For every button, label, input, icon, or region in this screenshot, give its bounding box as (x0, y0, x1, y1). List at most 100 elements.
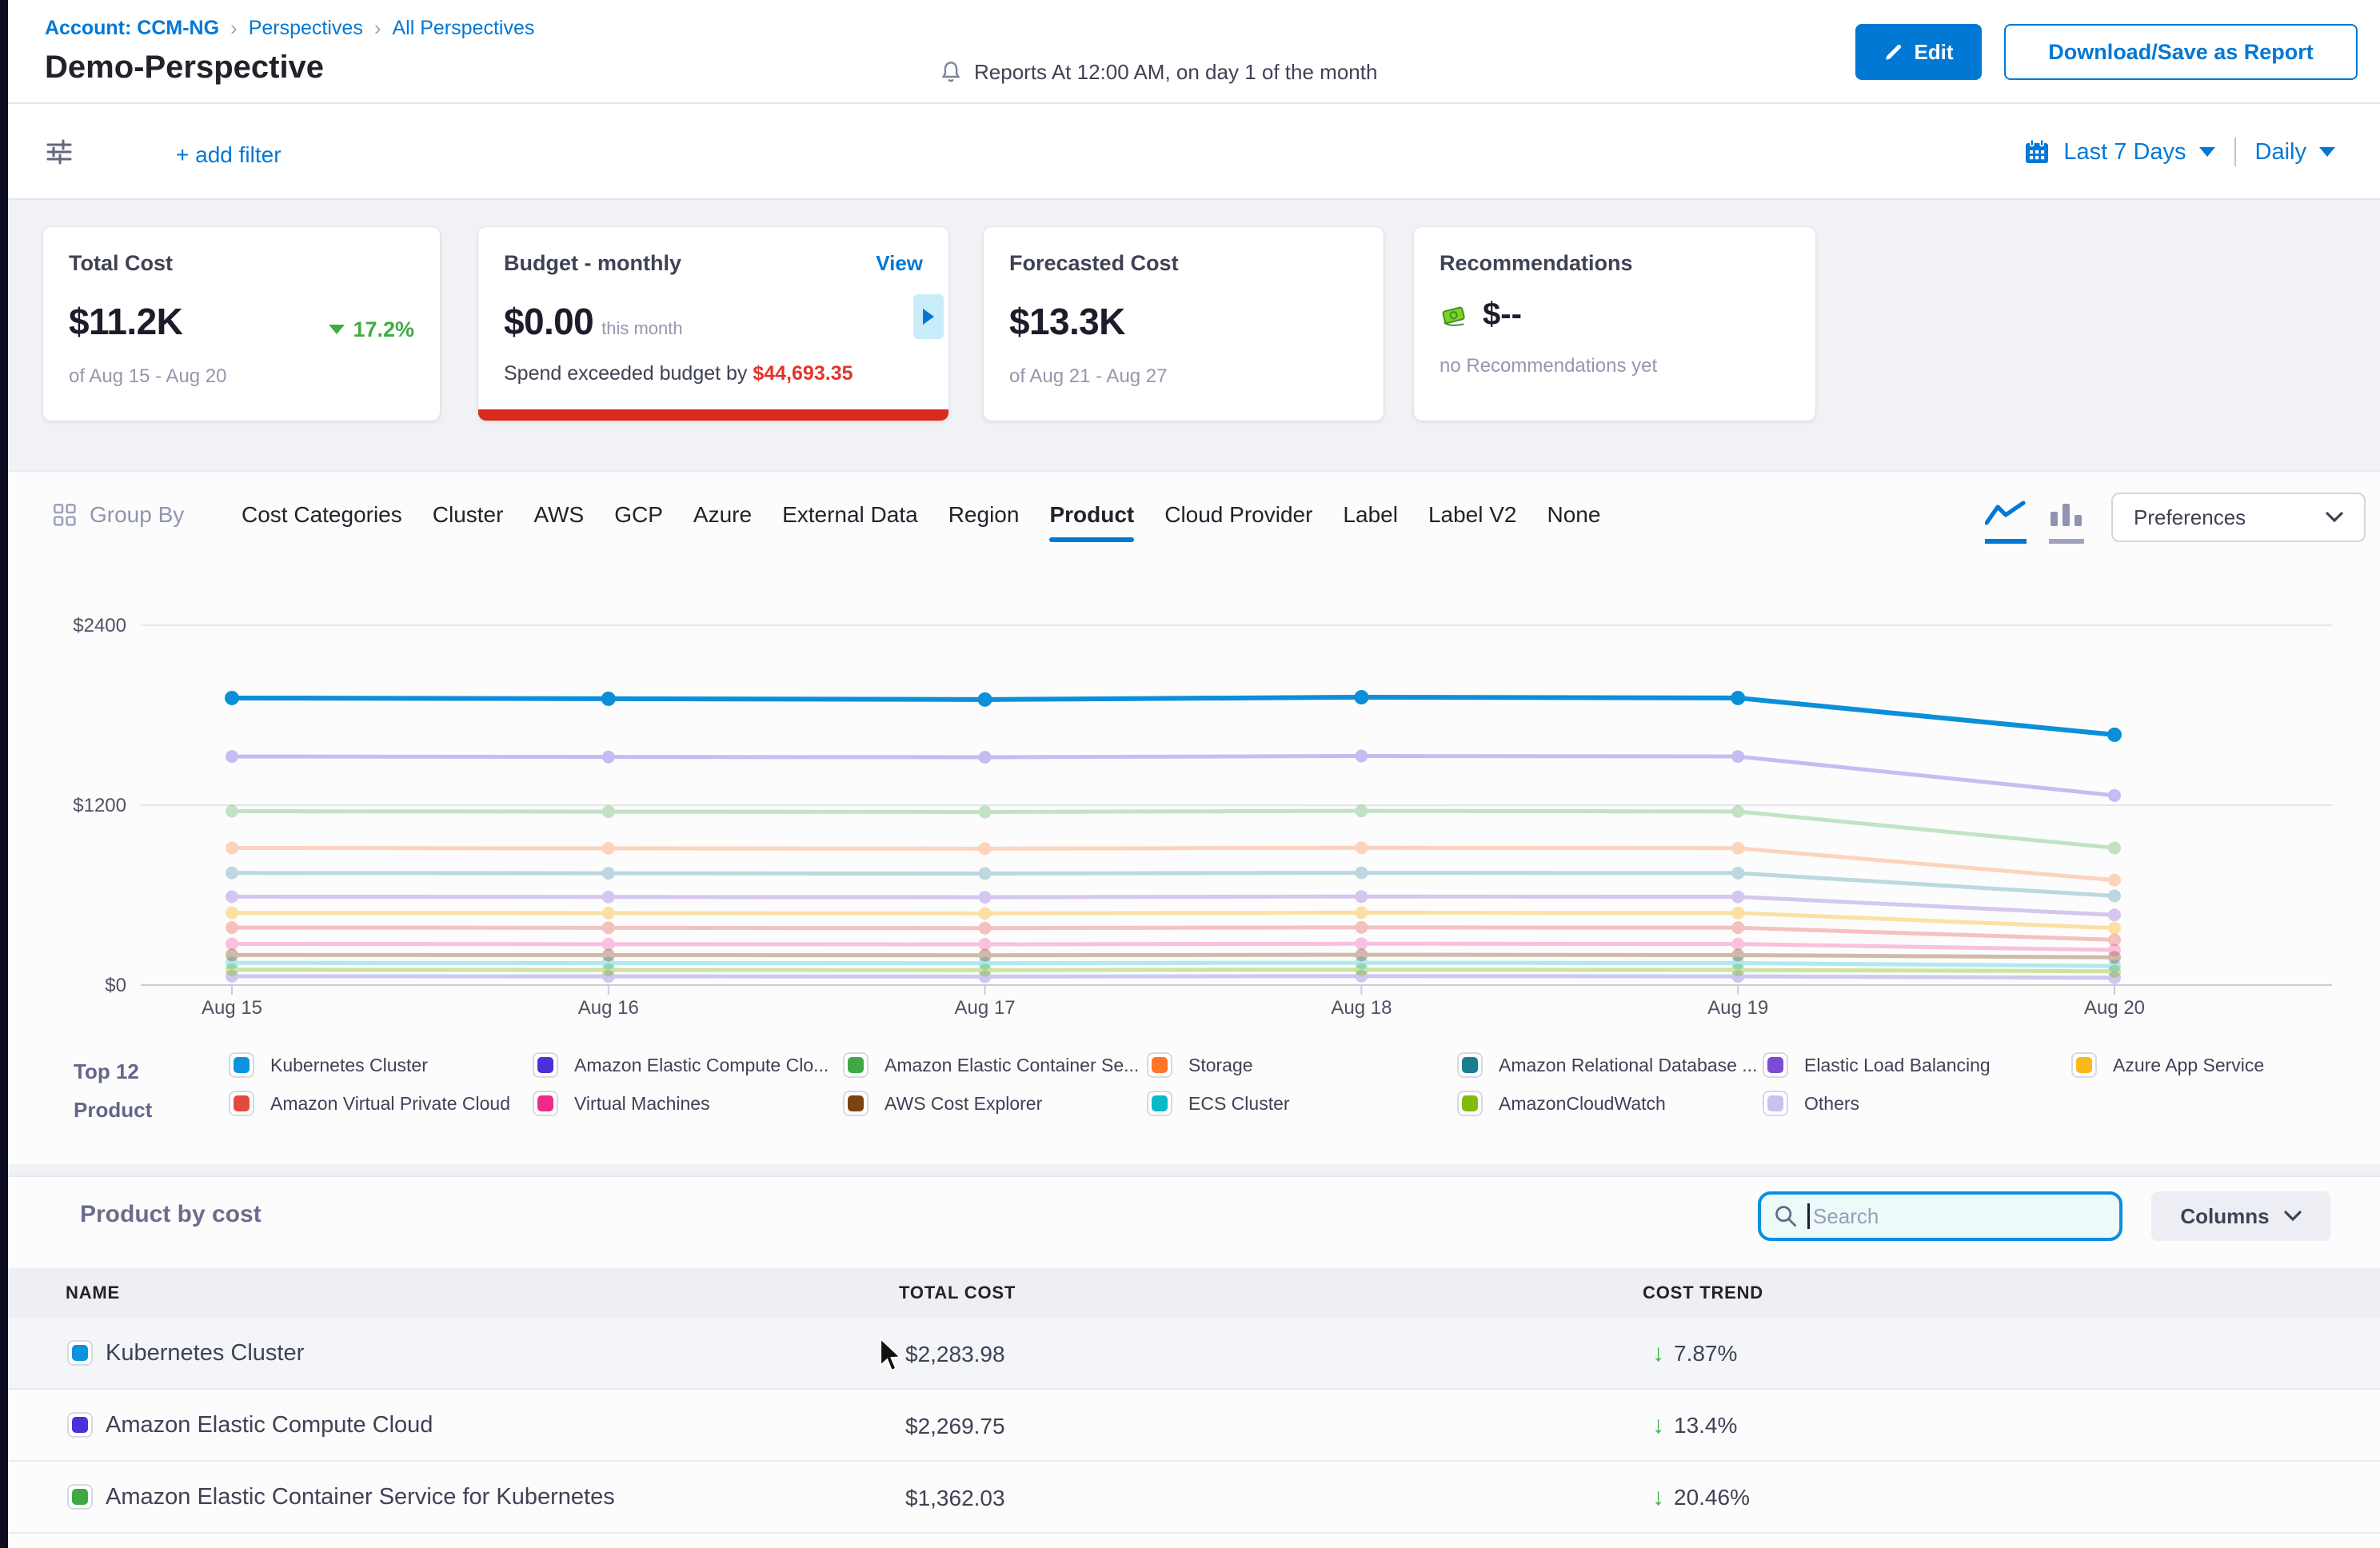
legend-color-chip[interactable] (533, 1052, 558, 1078)
granularity-selector[interactable]: Daily (2255, 139, 2306, 166)
data-point-amazon-virtual-private-cloud-aug-18[interactable] (1355, 921, 1368, 934)
line-chart-icon[interactable] (1985, 501, 2027, 544)
bar-chart-icon[interactable] (2049, 501, 2084, 544)
legend-color-chip[interactable] (1147, 1091, 1172, 1116)
legend-color-chip[interactable] (1147, 1052, 1172, 1078)
data-point-elastic-load-balancing-aug-15[interactable] (226, 890, 238, 903)
budget-card-next-button[interactable] (913, 294, 944, 339)
data-point-amazon-elastic-compute-cloud-aug-15[interactable] (226, 750, 238, 763)
data-point-elastic-load-balancing-aug-17[interactable] (979, 891, 992, 904)
data-point-storage-aug-18[interactable] (1355, 841, 1368, 854)
legend-item-ecs-cluster[interactable]: ECS Cluster (1147, 1091, 1290, 1116)
legend-item-kubernetes-cluster[interactable]: Kubernetes Cluster (229, 1052, 428, 1078)
legend-color-chip[interactable] (229, 1091, 254, 1116)
granularity-caret-icon[interactable] (2319, 147, 2335, 157)
data-point-amazon-elastic-compute-cloud-aug-18[interactable] (1355, 750, 1368, 763)
data-point-amazon-relational-database-service-aug-17[interactable] (979, 868, 992, 880)
download-save-report-button[interactable]: Download/Save as Report (2004, 24, 2358, 80)
breadcrumb-link-all-perspectives[interactable]: All Perspectives (393, 17, 535, 40)
data-point-azure-app-service-aug-16[interactable] (602, 907, 615, 920)
cost-trend-chart[interactable]: $0$1200$2400Aug 15Aug 16Aug 17Aug 18Aug … (8, 565, 2372, 1028)
legend-item-storage[interactable]: Storage (1147, 1052, 1253, 1078)
data-point-amazon-relational-database-service-aug-16[interactable] (602, 867, 615, 880)
legend-color-chip[interactable] (1457, 1052, 1483, 1078)
legend-color-chip[interactable] (1457, 1091, 1483, 1116)
legend-color-chip[interactable] (843, 1052, 869, 1078)
legend-item-elastic-load-balancing[interactable]: Elastic Load Balancing (1763, 1052, 1991, 1078)
legend-color-chip[interactable] (533, 1091, 558, 1116)
data-point-virtual-machines-aug-16[interactable] (602, 938, 615, 951)
data-point-kubernetes-cluster-aug-16[interactable] (601, 692, 616, 706)
data-point-amazon-virtual-private-cloud-aug-16[interactable] (602, 921, 615, 934)
data-point-amazon-virtual-private-cloud-aug-15[interactable] (226, 921, 238, 934)
data-point-amazon-elastic-container-service-for-kubernetes-aug-17[interactable] (979, 805, 992, 818)
data-point-storage-aug-19[interactable] (1731, 842, 1744, 855)
data-point-amazon-elastic-compute-cloud-aug-19[interactable] (1731, 750, 1744, 763)
data-point-azure-app-service-aug-18[interactable] (1355, 906, 1368, 919)
data-point-elastic-load-balancing-aug-16[interactable] (602, 891, 615, 904)
groupby-tab-external-data[interactable]: External Data (782, 502, 918, 542)
data-point-kubernetes-cluster-aug-17[interactable] (978, 692, 992, 707)
data-point-amazon-relational-database-service-aug-20[interactable] (2108, 889, 2121, 902)
data-point-amazon-elastic-container-service-for-kubernetes-aug-20[interactable] (2108, 841, 2121, 854)
data-point-storage-aug-17[interactable] (979, 842, 992, 855)
legend-color-chip[interactable] (1763, 1052, 1788, 1078)
groupby-tab-gcp[interactable]: GCP (614, 502, 663, 542)
data-point-virtual-machines-aug-17[interactable] (979, 938, 992, 951)
groupby-tab-cost-categories[interactable]: Cost Categories (242, 502, 402, 542)
search-input[interactable] (1813, 1204, 2106, 1229)
groupby-tab-cloud-provider[interactable]: Cloud Provider (1164, 502, 1312, 542)
collapsed-nav-edge[interactable] (0, 0, 8, 1548)
groupby-tab-azure[interactable]: Azure (693, 502, 752, 542)
groupby-tab-product[interactable]: Product (1049, 502, 1134, 542)
legend-item-others[interactable]: Others (1763, 1091, 1859, 1116)
groupby-tab-label-v2[interactable]: Label V2 (1428, 502, 1517, 542)
legend-color-chip[interactable] (1763, 1091, 1788, 1116)
data-point-amazon-relational-database-service-aug-18[interactable] (1355, 867, 1368, 880)
data-point-amazon-relational-database-service-aug-19[interactable] (1731, 867, 1744, 880)
data-point-aws-cost-explorer-aug-16[interactable] (602, 949, 615, 962)
table-row-kubernetes-cluster[interactable]: Kubernetes Cluster$2,283.98↓7.87% (8, 1318, 2380, 1390)
data-point-azure-app-service-aug-20[interactable] (2108, 922, 2121, 935)
data-point-amazon-elastic-compute-cloud-aug-16[interactable] (602, 751, 615, 764)
legend-color-chip[interactable] (229, 1052, 254, 1078)
legend-item-amazon-elastic-compute-clo[interactable]: Amazon Elastic Compute Clo... (533, 1052, 829, 1078)
legend-item-amazoncloudwatch[interactable]: AmazonCloudWatch (1457, 1091, 1666, 1116)
data-point-virtual-machines-aug-19[interactable] (1731, 938, 1744, 951)
data-point-virtual-machines-aug-15[interactable] (226, 937, 238, 950)
breadcrumb-link-account-ccm-ng[interactable]: Account: CCM-NG (45, 17, 219, 40)
data-point-amazon-elastic-container-service-for-kubernetes-aug-15[interactable] (226, 805, 238, 818)
data-point-storage-aug-16[interactable] (602, 842, 615, 855)
data-point-amazon-elastic-container-service-for-kubernetes-aug-19[interactable] (1731, 805, 1744, 818)
data-point-amazon-relational-database-service-aug-15[interactable] (226, 867, 238, 880)
table-search[interactable] (1758, 1191, 2122, 1241)
data-point-virtual-machines-aug-18[interactable] (1355, 937, 1368, 950)
table-row-amazon-elastic-container-service-for-kubernetes[interactable]: Amazon Elastic Container Service for Kub… (8, 1462, 2380, 1534)
legend-item-azure-app-service[interactable]: Azure App Service (2071, 1052, 2264, 1078)
legend-color-chip[interactable] (843, 1091, 869, 1116)
data-point-aws-cost-explorer-aug-19[interactable] (1731, 949, 1744, 962)
data-point-storage-aug-20[interactable] (2108, 874, 2121, 887)
columns-button[interactable]: Columns (2151, 1191, 2330, 1241)
data-point-kubernetes-cluster-aug-19[interactable] (1731, 691, 1745, 705)
filter-panel-toggle[interactable] (45, 138, 74, 173)
data-point-amazon-elastic-container-service-for-kubernetes-aug-16[interactable] (602, 805, 615, 818)
data-point-elastic-load-balancing-aug-18[interactable] (1355, 890, 1368, 903)
data-point-azure-app-service-aug-15[interactable] (226, 907, 238, 920)
groupby-tab-none[interactable]: None (1547, 502, 1600, 542)
data-point-elastic-load-balancing-aug-20[interactable] (2108, 908, 2121, 921)
add-filter-button[interactable]: + add filter (176, 142, 282, 168)
data-point-azure-app-service-aug-19[interactable] (1731, 907, 1744, 920)
groupby-tab-cluster[interactable]: Cluster (433, 502, 504, 542)
data-point-amazon-virtual-private-cloud-aug-20[interactable] (2108, 933, 2121, 946)
data-point-amazon-elastic-compute-cloud-aug-17[interactable] (979, 751, 992, 764)
budget-view-link[interactable]: View (876, 251, 923, 276)
groupby-tab-label[interactable]: Label (1343, 502, 1398, 542)
preferences-button[interactable]: Preferences (2111, 493, 2366, 542)
data-point-kubernetes-cluster-aug-18[interactable] (1354, 690, 1368, 704)
data-point-elastic-load-balancing-aug-19[interactable] (1731, 891, 1744, 904)
groupby-tab-region[interactable]: Region (948, 502, 1020, 542)
data-point-aws-cost-explorer-aug-18[interactable] (1355, 948, 1368, 961)
legend-item-amazon-elastic-container-se[interactable]: Amazon Elastic Container Se... (843, 1052, 1139, 1078)
data-point-azure-app-service-aug-17[interactable] (979, 907, 992, 920)
